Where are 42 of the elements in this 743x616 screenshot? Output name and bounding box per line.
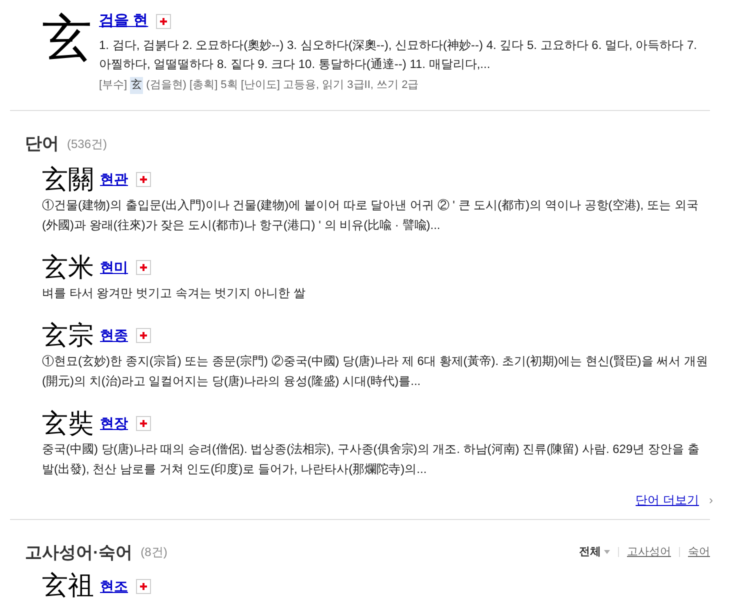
meta-text: (검을현) [총획] 5획 [난이도] 고등용, 읽기 3급II, 쓰기 2급 [146,78,419,93]
reading-link[interactable]: 현장 [100,413,128,434]
section-title: 단어 [25,133,59,155]
reading-link[interactable]: 현미 [100,257,128,278]
count-text: (536건) [67,136,108,153]
reading-link[interactable]: 검을 현 [99,10,148,32]
definition-text: ①건물(建物)의 출입문(出入門)이나 건물(建物)에 붙이어 따로 달아낸 어귀 ② ' 큰 도시(都市)의 역이나 공항(空港), 또는 외국(外國)과 왕래(往來)가 잦은 도시(都市)나 항구(港口) ' 의 비유(比喩 · 譬喩)... [42,196,700,234]
add-button[interactable] [136,416,151,431]
filter-tab[interactable]: 숙어 [688,544,710,560]
hanja-word: 玄祖 [42,571,94,601]
add-button[interactable] [136,328,151,343]
plus-icon [140,264,147,271]
chevron-icon: › [709,490,713,508]
add-button[interactable] [136,172,151,187]
hanja-word: 玄關 [42,164,94,194]
plus-icon [160,18,168,24]
add-button[interactable] [156,14,172,28]
plus-icon [140,582,147,590]
hanja-word: 玄米 [42,252,94,282]
definition-text: ①현묘(玄妙)한 종지(宗旨) 또는 종문(宗門) ②중국(中國) 당(唐)나라 제 6대 황제(黃帝). 초기(初期)에는 현신(賢臣)을 써서 개원(開元)의 치(治)라고 일컬어지는 당(唐)나라의 융성(隆盛) 시대(時代)를... [42,352,709,390]
definition-text: 벼를 타서 왕겨만 벗기고 속겨는 벗기지 아니한 쌀 [42,284,306,302]
filter-tab[interactable]: 고사성어 [627,544,671,560]
dropdown-icon [604,550,610,554]
hanja-word: 玄奘 [42,408,94,438]
reading-link[interactable]: 현조 [100,576,128,596]
hanja-word: 玄宗 [42,320,94,350]
radical-character: 玄 [130,77,144,94]
definition-text: 중국(中國) 당(唐)나라 때의 승려(僧侶). 법상종(法相宗), 구사종(俱舍宗)의 개조. 하남(河南) 진류(陳留) 사람. 629년 장안을 출발(出發), 천산 남로를 거쳐 인도(印度)로 들어가, 나란타사(那爛陀寺)의... [42,440,700,478]
add-button[interactable] [136,578,151,594]
hanja-character: 玄 [42,10,93,69]
plus-icon [140,332,147,339]
add-button[interactable] [136,260,151,275]
count-text: (8건) [140,544,168,562]
filter-tab[interactable]: 전체 [579,544,610,560]
section-title: 고사성어·숙어 [25,542,133,564]
meta-label: [부수] [99,78,128,93]
plus-icon [140,420,147,427]
definition-text: 1. 검다, 검붉다 2. 오묘하다(奧妙--) 3. 심오하다(深奧--), 신묘하다(神妙--) 4. 깊다 5. 고요하다 6. 멀다, 아득하다 7. 아찔하다, 얼떨떨하다 8. 짙다 9. 크다 10. 통달하다(通達--) 11. 매달리다,... [99,37,698,73]
more-link[interactable]: 단어 더보기 [636,490,699,508]
plus-icon [140,176,147,183]
reading-link[interactable]: 현관 [100,169,128,190]
reading-link[interactable]: 현종 [100,325,128,346]
